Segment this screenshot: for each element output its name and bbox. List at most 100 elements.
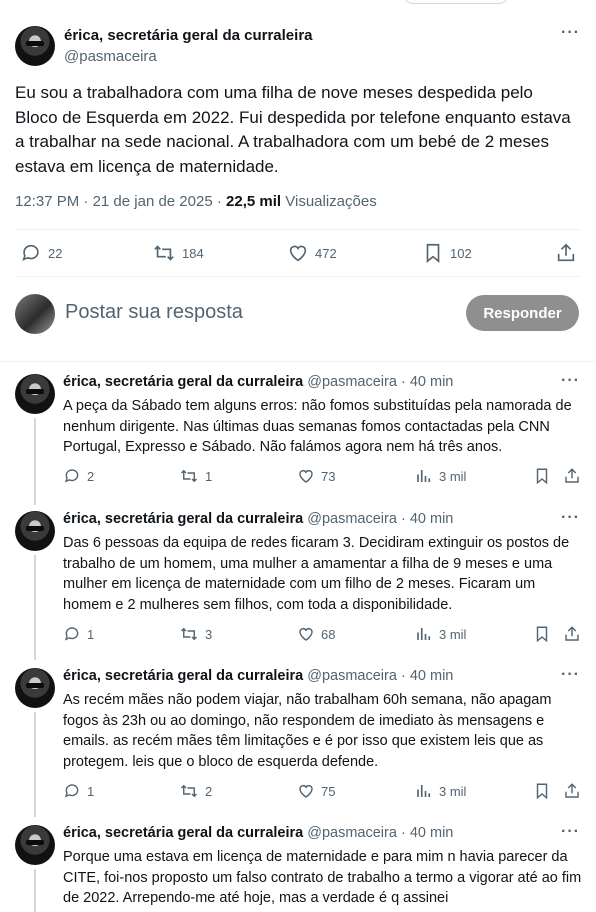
author-avatar[interactable] (15, 511, 55, 551)
author-name[interactable]: érica, secretária geral da curraleira (63, 511, 303, 527)
reply-time[interactable]: 40 min (410, 511, 454, 527)
like-button[interactable]: 75 (297, 782, 335, 800)
like-icon (297, 625, 315, 643)
reply-tweet[interactable]: érica, secretária geral da curraleira @p… (0, 813, 596, 912)
responder-button[interactable]: Responder (466, 295, 579, 331)
share-icon (563, 625, 581, 643)
views-button[interactable]: 3 mil (415, 625, 466, 643)
reply-header: érica, secretária geral da curraleira @p… (63, 374, 453, 390)
retweet-icon (179, 467, 199, 485)
like-button[interactable]: 68 (297, 625, 335, 643)
author-avatar[interactable] (15, 825, 55, 865)
share-icon (563, 782, 581, 800)
bookmark-icon (533, 467, 551, 485)
reply-icon (20, 242, 42, 264)
author-name[interactable]: érica, secretária geral da curraleira (63, 668, 303, 684)
bookmark-icon (533, 782, 551, 800)
reply-count: 2 (87, 468, 95, 484)
retweet-count: 184 (182, 245, 204, 261)
share-button[interactable] (563, 467, 587, 485)
reply-count: 22 (48, 245, 63, 261)
separator (15, 229, 581, 230)
retweet-button[interactable]: 184 (152, 242, 204, 264)
bookmark-button[interactable] (533, 467, 557, 485)
thread-line (34, 555, 36, 660)
like-count: 472 (315, 245, 337, 261)
author-handle[interactable]: @pasmaceira (307, 668, 397, 684)
reply-button[interactable]: 1 (63, 782, 94, 800)
retweet-count: 2 (205, 783, 213, 799)
reply-icon (63, 625, 81, 643)
tweet-date[interactable]: 21 de jan de 2025 (93, 193, 213, 210)
more-options-button[interactable]: ··· (561, 666, 580, 684)
top-pill-button[interactable] (404, 0, 508, 4)
like-icon (287, 242, 309, 264)
reply-time[interactable]: 40 min (410, 374, 454, 390)
reply-tweet[interactable]: érica, secretária geral da curraleira @p… (0, 362, 596, 505)
author-handle[interactable]: @pasmaceira (307, 825, 397, 841)
reply-input[interactable]: Postar sua resposta (65, 301, 243, 324)
more-options-button[interactable]: ··· (561, 372, 580, 390)
reply-text: As recém mães não podem viajar, não trab… (63, 692, 552, 770)
thread-line (34, 418, 36, 505)
header-dot: · (400, 511, 406, 527)
views-count: 22,5 mil (226, 193, 282, 210)
bookmark-count: 102 (450, 245, 472, 261)
author-name[interactable]: érica, secretária geral da curraleira (63, 825, 303, 841)
views-label: Visualizações (285, 193, 377, 210)
header-dot: · (400, 825, 406, 841)
retweet-icon (179, 782, 199, 800)
reply-button[interactable]: 22 (20, 242, 62, 264)
views-count: 3 mil (439, 468, 467, 484)
retweet-button[interactable]: 2 (179, 782, 212, 800)
reply-button[interactable]: 2 (63, 467, 94, 485)
reply-icon (63, 782, 81, 800)
more-options-button[interactable]: ··· (561, 509, 580, 527)
author-avatar[interactable] (15, 668, 55, 708)
author-avatar[interactable] (15, 374, 55, 414)
more-options-button[interactable]: ··· (561, 823, 580, 841)
reply-tweet[interactable]: érica, secretária geral da curraleira @p… (0, 499, 596, 660)
reply-actions: 1 2 75 3 mil (63, 782, 583, 802)
bookmark-button[interactable] (533, 625, 557, 643)
author-name[interactable]: érica, secretária geral da curraleira (63, 374, 303, 390)
retweet-icon (179, 625, 199, 643)
like-icon (297, 467, 315, 485)
separator (15, 276, 581, 277)
reply-count: 1 (87, 626, 95, 642)
reply-time[interactable]: 40 min (410, 668, 454, 684)
author-handle[interactable]: @pasmaceira (64, 48, 157, 65)
reply-header: érica, secretária geral da curraleira @p… (63, 825, 453, 841)
retweet-button[interactable]: 1 (179, 467, 212, 485)
like-button[interactable]: 73 (297, 467, 335, 485)
share-button[interactable] (563, 625, 587, 643)
views-icon (415, 467, 433, 485)
reply-actions: 1 3 68 3 mil (63, 625, 583, 645)
like-button[interactable]: 472 (287, 242, 337, 264)
views-button[interactable]: 3 mil (415, 467, 466, 485)
more-options-button[interactable]: ··· (561, 24, 580, 42)
retweet-button[interactable]: 3 (179, 625, 212, 643)
bookmark-button[interactable] (533, 782, 557, 800)
like-count: 73 (321, 468, 336, 484)
author-handle[interactable]: @pasmaceira (307, 374, 397, 390)
reply-header: érica, secretária geral da curraleira @p… (63, 511, 453, 527)
reply-count: 1 (87, 783, 95, 799)
reply-text: Das 6 pessoas da equipa de redes ficaram… (63, 535, 570, 613)
author-handle[interactable]: @pasmaceira (307, 511, 397, 527)
author-avatar[interactable] (15, 26, 55, 66)
reply-button[interactable]: 1 (63, 625, 94, 643)
retweet-count: 3 (205, 626, 213, 642)
like-count: 68 (321, 626, 336, 642)
share-button[interactable] (555, 242, 583, 264)
tweet-time[interactable]: 12:37 PM (15, 193, 79, 210)
author-name[interactable]: érica, secretária geral da curraleira (64, 27, 313, 44)
reply-time[interactable]: 40 min (410, 825, 454, 841)
retweet-count: 1 (205, 468, 213, 484)
tweet-text: Eu sou a trabalhadora com uma filha de n… (15, 83, 571, 176)
share-button[interactable] (563, 782, 587, 800)
reply-tweet[interactable]: érica, secretária geral da curraleira @p… (0, 656, 596, 817)
bookmark-button[interactable]: 102 (422, 242, 472, 264)
views-button[interactable]: 3 mil (415, 782, 466, 800)
views-icon (415, 625, 433, 643)
